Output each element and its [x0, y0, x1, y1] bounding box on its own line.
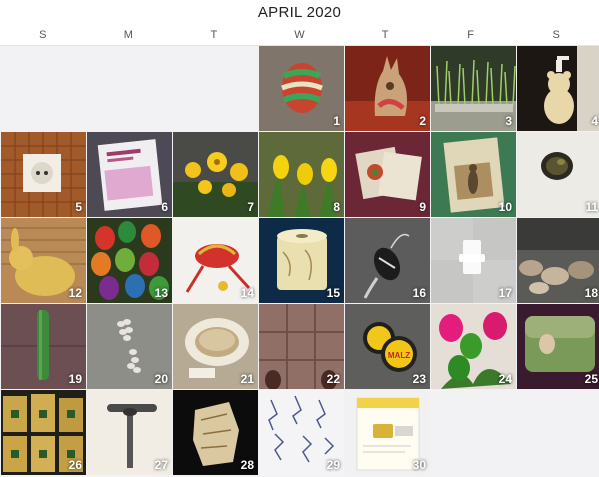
weekday-label: S	[552, 28, 560, 41]
day-number: 10	[498, 200, 512, 214]
day-number: 4	[591, 114, 598, 128]
day-photo	[345, 132, 430, 217]
day-cell-27[interactable]: 27	[87, 390, 172, 475]
empty-day-cell	[517, 390, 599, 475]
day-number: 8	[333, 200, 340, 214]
day-number: 25	[584, 372, 598, 386]
empty-day-cell	[1, 46, 86, 131]
day-cell-4[interactable]: 4	[517, 46, 599, 131]
month-title: APRIL 2020	[257, 3, 342, 21]
day-number: 26	[68, 458, 82, 472]
weekday-label: T	[381, 28, 389, 41]
weekday-label: F	[467, 28, 474, 41]
day-cell-1[interactable]: 1	[259, 46, 344, 131]
day-cell-8[interactable]: 8	[259, 132, 344, 217]
day-cell-16[interactable]: 16	[345, 218, 430, 303]
day-cell-28[interactable]: 28	[173, 390, 258, 475]
day-cell-25[interactable]: 25	[517, 304, 599, 389]
day-cell-10[interactable]: 10	[431, 132, 516, 217]
day-number: 2	[419, 114, 426, 128]
day-cell-24[interactable]: 24	[431, 304, 516, 389]
empty-day-cell	[173, 46, 258, 131]
day-cell-26[interactable]: 26	[1, 390, 86, 475]
day-number: 15	[326, 286, 340, 300]
day-cell-19[interactable]: 19	[1, 304, 86, 389]
day-cell-20[interactable]: 20	[87, 304, 172, 389]
day-cell-29[interactable]: 29	[259, 390, 344, 475]
day-cell-15[interactable]: 15	[259, 218, 344, 303]
day-number: 29	[326, 458, 340, 472]
day-number: 3	[505, 114, 512, 128]
day-cell-23[interactable]: MALZ 23	[345, 304, 430, 389]
day-photo	[87, 132, 172, 217]
day-cell-11[interactable]: 11	[517, 132, 599, 217]
day-photo	[259, 132, 344, 217]
day-cell-5[interactable]: 5	[1, 132, 86, 217]
weekday-row: S M T W T F S	[0, 24, 599, 46]
day-cell-17[interactable]: 17	[431, 218, 516, 303]
day-cell-21[interactable]: 21	[173, 304, 258, 389]
day-number: 28	[240, 458, 254, 472]
day-photo	[345, 46, 430, 131]
day-number: 19	[68, 372, 82, 386]
day-number: 13	[154, 286, 168, 300]
day-number: 21	[240, 372, 254, 386]
day-number: 7	[247, 200, 254, 214]
day-number: 1	[333, 114, 340, 128]
day-number: 20	[154, 372, 168, 386]
day-number: 27	[154, 458, 168, 472]
day-number: 16	[412, 286, 426, 300]
day-number: 30	[412, 458, 426, 472]
day-cell-22[interactable]: 22	[259, 304, 344, 389]
day-photo	[517, 46, 599, 131]
day-number: 5	[75, 200, 82, 214]
calendar-header: APRIL 2020	[0, 0, 599, 24]
day-number: 12	[68, 286, 82, 300]
day-cell-13[interactable]: 13	[87, 218, 172, 303]
day-cell-30[interactable]: 30	[345, 390, 430, 475]
day-number: 14	[240, 286, 254, 300]
day-number: 6	[161, 200, 168, 214]
weekday-label: M	[123, 28, 133, 41]
day-cell-3[interactable]: 3	[431, 46, 516, 131]
day-number: 9	[419, 200, 426, 214]
day-number: 11	[585, 200, 598, 214]
day-cell-2[interactable]: 2	[345, 46, 430, 131]
weekday-label: S	[39, 28, 47, 41]
day-cell-18[interactable]: 18	[517, 218, 599, 303]
weekday-label: T	[210, 28, 218, 41]
day-photo	[1, 132, 86, 217]
empty-day-cell	[87, 46, 172, 131]
malz-label: MALZ	[388, 351, 410, 360]
day-cell-7[interactable]: 7	[173, 132, 258, 217]
day-number: 22	[326, 372, 340, 386]
day-cell-12[interactable]: 12	[1, 218, 86, 303]
day-photo	[173, 132, 258, 217]
calendar-grid: 1 2 3 4 5 6 7 8 9 10 11 12 13 14 15 16 1…	[0, 46, 599, 477]
day-number: 24	[498, 372, 512, 386]
day-number: 17	[498, 286, 512, 300]
day-number: 18	[584, 286, 598, 300]
day-cell-14[interactable]: 14	[173, 218, 258, 303]
day-number: 23	[412, 372, 426, 386]
weekday-label: W	[294, 28, 305, 41]
empty-day-cell	[431, 390, 516, 475]
day-cell-9[interactable]: 9	[345, 132, 430, 217]
day-photo	[259, 46, 344, 131]
day-photo	[431, 46, 516, 131]
day-cell-6[interactable]: 6	[87, 132, 172, 217]
